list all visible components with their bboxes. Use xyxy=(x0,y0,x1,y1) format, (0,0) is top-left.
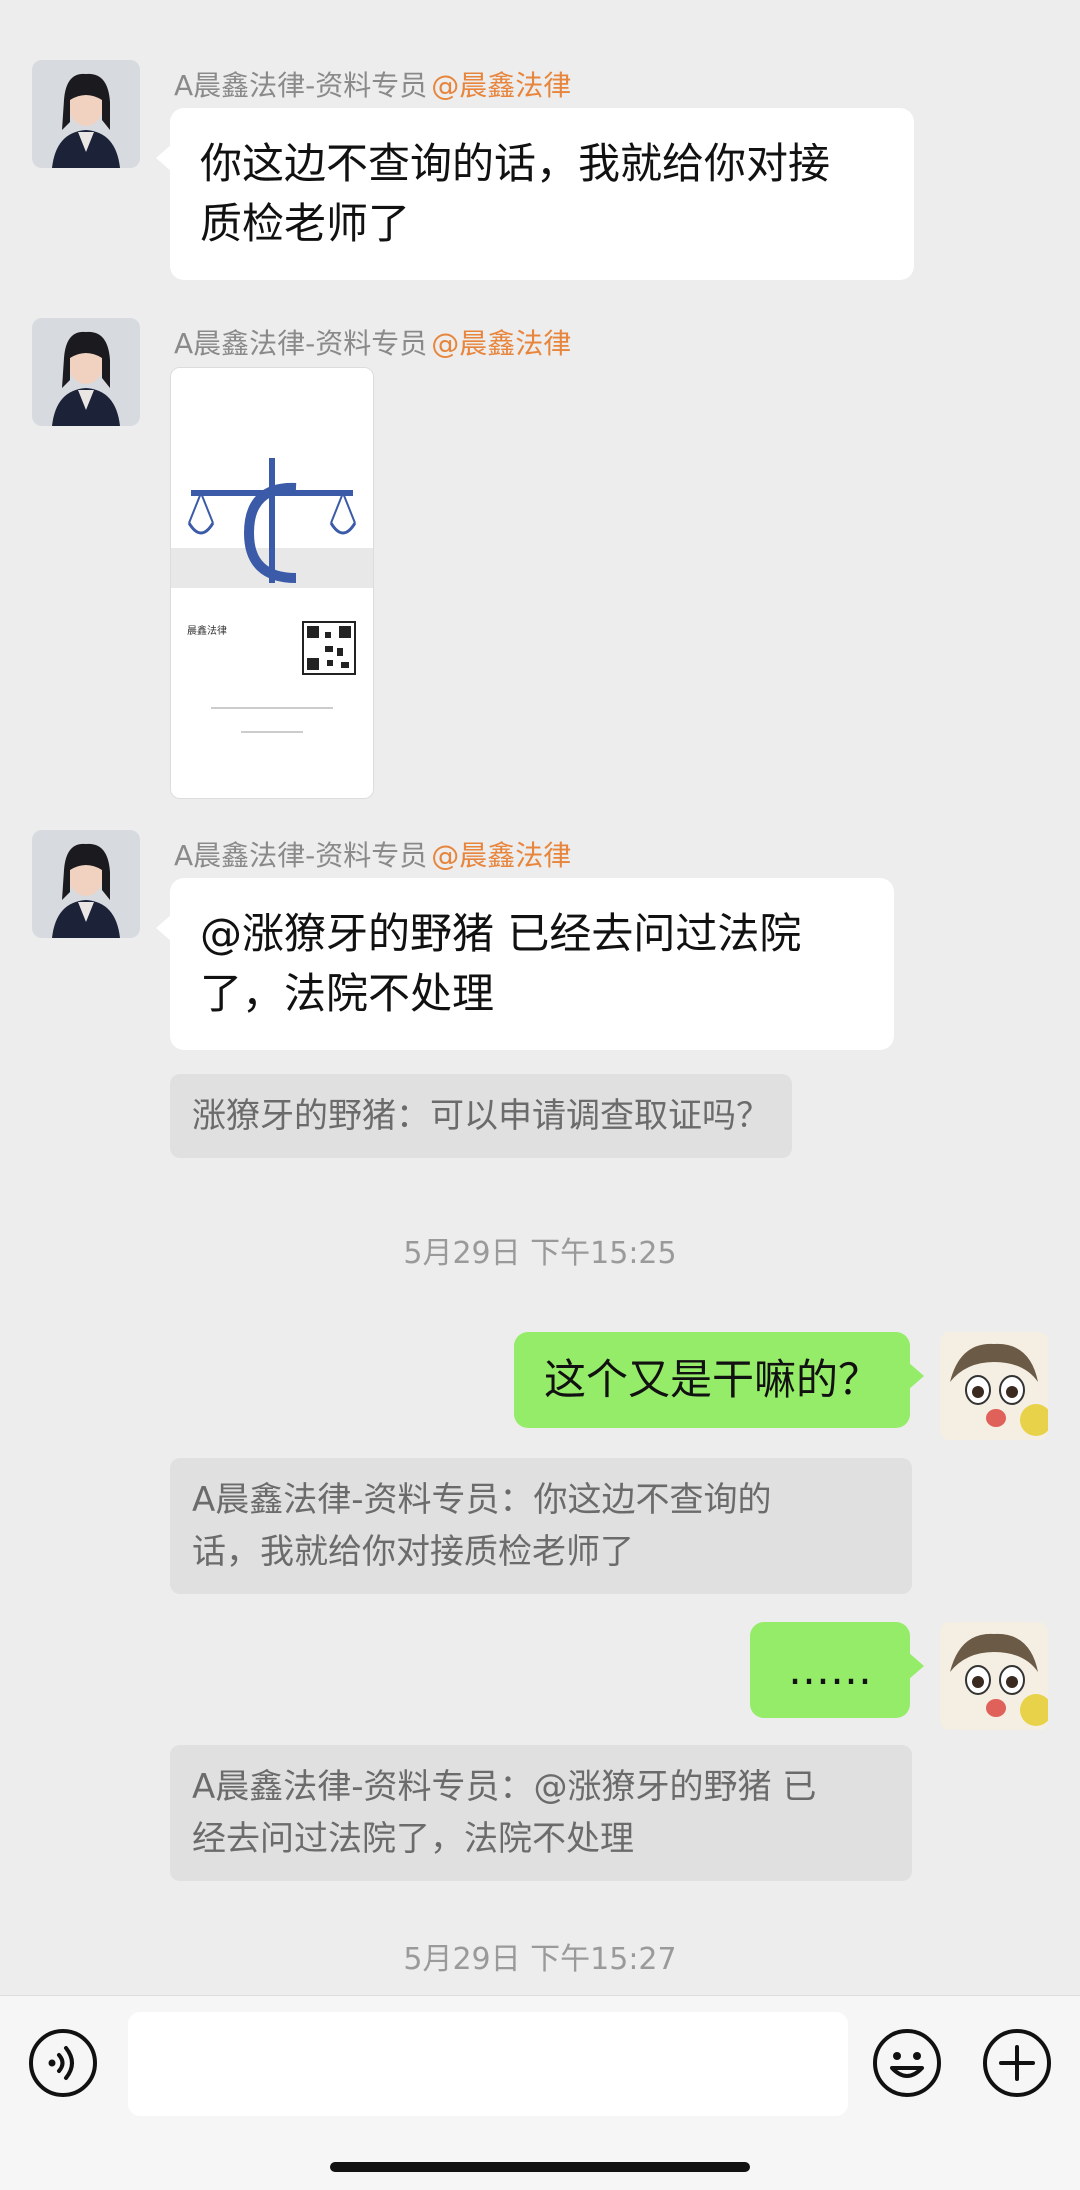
emoji-icon[interactable] xyxy=(872,2028,942,2098)
sender-name-text: A晨鑫法律-资料专员 xyxy=(174,327,428,360)
quoted-message[interactable]: A晨鑫法律-资料专员：@涨獠牙的野猪 已 经去问过法院了，法院不处理 xyxy=(170,1745,912,1881)
sender-avatar[interactable] xyxy=(32,830,140,938)
card-brand: 晨鑫法律 xyxy=(187,624,227,637)
qr-code-icon xyxy=(302,621,356,675)
my-message-bubble[interactable]: 这个又是干嘛的？ xyxy=(513,1332,925,1428)
message-line: 质检老师了 xyxy=(200,199,411,248)
timestamp: 5月29日 下午15:27 xyxy=(403,1942,677,1977)
home-indicator[interactable] xyxy=(330,2162,750,2172)
input-bar xyxy=(0,1995,1080,2190)
message-line: 了，法院不处理 xyxy=(200,969,495,1018)
quoted-text: 涨獠牙的野猪：可以申请调查取证吗？ xyxy=(192,1096,770,1136)
message-line: @涨獠牙的野猪 已经去问过法院 xyxy=(200,909,802,958)
business-card-image[interactable]: 晨鑫法律 xyxy=(170,367,374,799)
quoted-message[interactable]: A晨鑫法律-资料专员：你这边不查询的 话，我就给你对接质检老师了 xyxy=(170,1458,912,1594)
sender-avatar[interactable] xyxy=(32,60,140,168)
my-message-text: 这个又是干嘛的？ xyxy=(543,1355,880,1404)
timestamp: 5月29日 下午15:25 xyxy=(403,1236,677,1271)
quoted-message[interactable]: 涨獠牙的野猪：可以申请调查取证吗？ xyxy=(170,1074,792,1158)
quoted-line: A晨鑫法律-资料专员：你这边不查询的 xyxy=(192,1480,772,1520)
sender-name-text: A晨鑫法律-资料专员 xyxy=(174,69,428,102)
message-bubble[interactable]: 你这边不查询的话，我就给你对接 质检老师了 xyxy=(156,108,914,280)
sender-name-text: A晨鑫法律-资料专员 xyxy=(174,839,428,872)
voice-icon[interactable] xyxy=(28,2028,98,2098)
sender-avatar[interactable] xyxy=(32,318,140,426)
sender-name: A晨鑫法律-资料专员 @晨鑫法律 xyxy=(174,64,571,104)
message-bubble[interactable]: @涨獠牙的野猪 已经去问过法院 了，法院不处理 xyxy=(156,878,894,1050)
message-line: 你这边不查询的话，我就给你对接 xyxy=(200,139,831,188)
my-message-bubble[interactable]: …… xyxy=(750,1622,924,1718)
sender-tag: @晨鑫法律 xyxy=(431,69,572,102)
quoted-line: 经去问过法院了，法院不处理 xyxy=(192,1819,634,1859)
my-message-text: …… xyxy=(788,1645,872,1694)
sender-name: A晨鑫法律-资料专员 @晨鑫法律 xyxy=(174,834,571,874)
sender-name: A晨鑫法律-资料专员 @晨鑫法律 xyxy=(174,322,571,362)
quoted-line: 话，我就给你对接质检老师了 xyxy=(192,1532,634,1572)
message-input[interactable] xyxy=(128,2012,848,2116)
my-avatar[interactable] xyxy=(940,1622,1048,1730)
quoted-line: A晨鑫法律-资料专员：@涨獠牙的野猪 已 xyxy=(192,1767,817,1807)
sender-tag: @晨鑫法律 xyxy=(431,839,572,872)
my-avatar[interactable] xyxy=(940,1332,1048,1440)
plus-icon[interactable] xyxy=(982,2028,1052,2098)
sender-tag: @晨鑫法律 xyxy=(431,327,572,360)
